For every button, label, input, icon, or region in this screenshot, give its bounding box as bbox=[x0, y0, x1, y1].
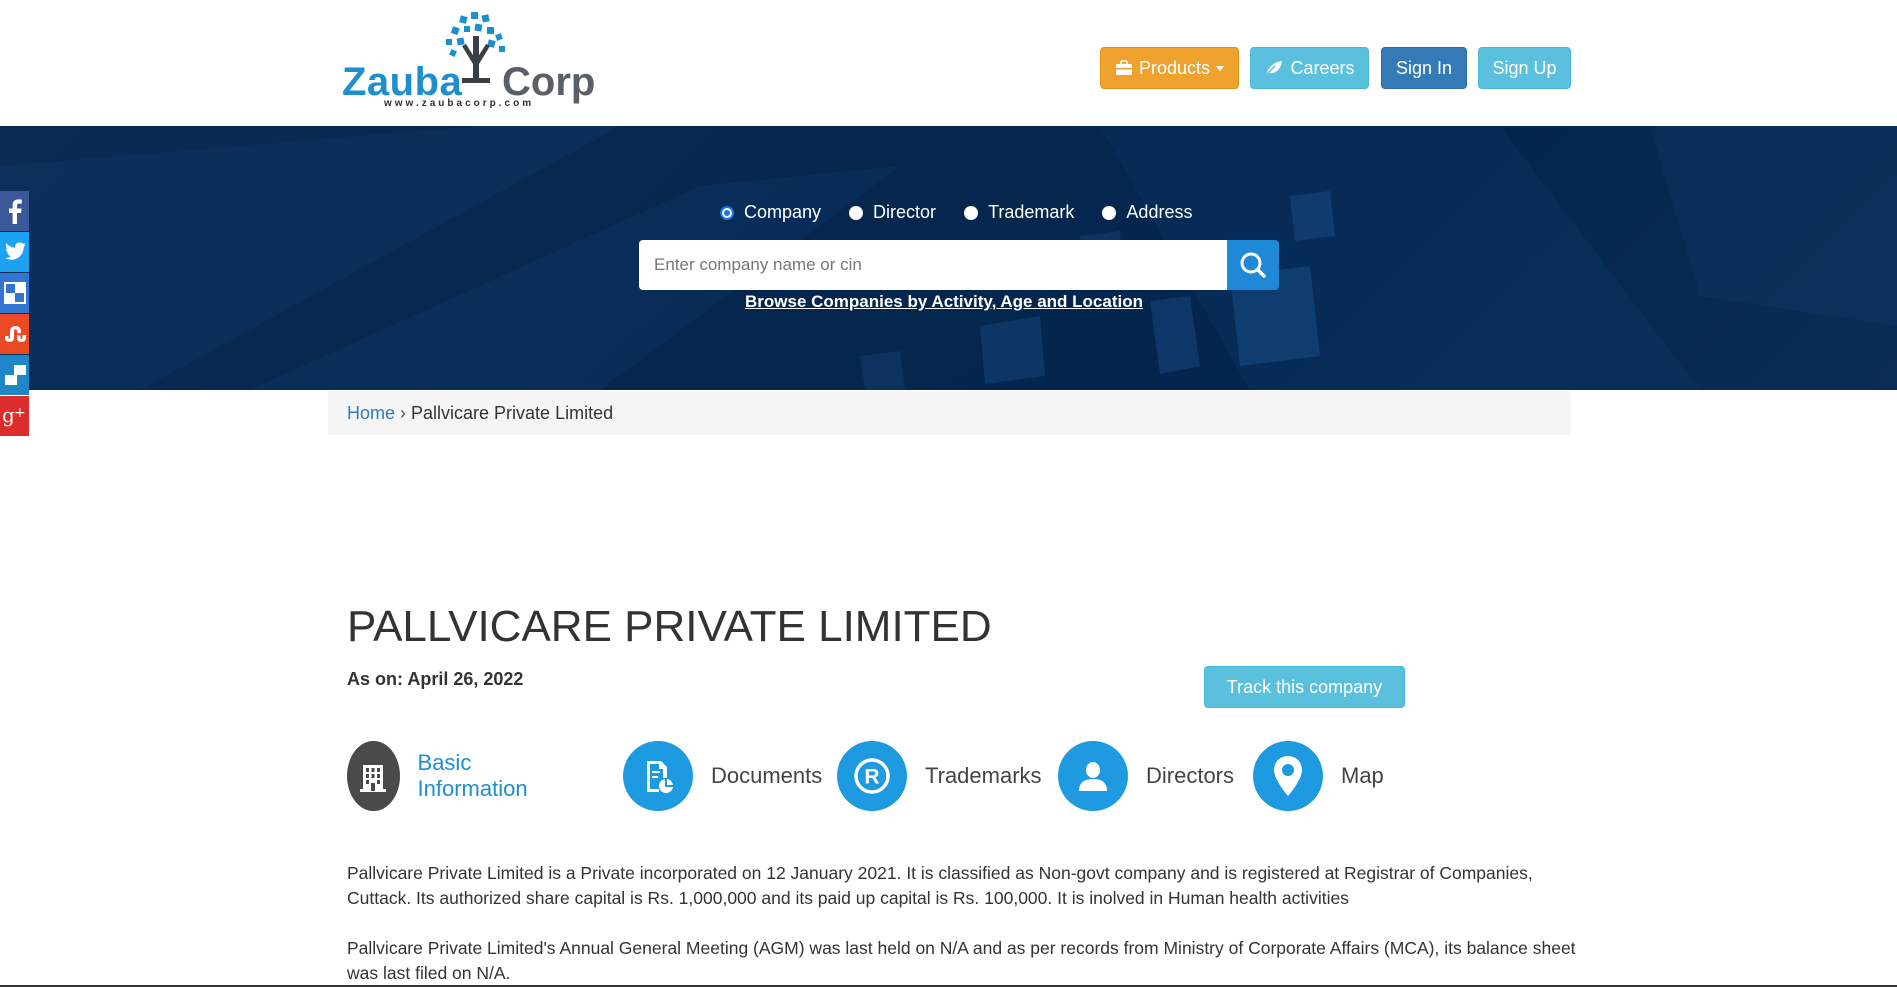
tab-directors[interactable]: Directors bbox=[1058, 740, 1234, 812]
logo-url: www.zaubacorp.com bbox=[384, 98, 535, 109]
track-company-button[interactable]: Track this company bbox=[1204, 666, 1405, 708]
radio-unchecked-icon bbox=[849, 205, 864, 220]
tab-map-label: Map bbox=[1341, 763, 1384, 788]
delicious-icon bbox=[3, 282, 26, 304]
breadcrumb-home-link[interactable]: Home bbox=[347, 403, 395, 424]
zaubacorp-logo[interactable]: Zauba Corp www.zaubacorp.com bbox=[342, 10, 595, 112]
radio-address-label: Address bbox=[1126, 202, 1193, 222]
breadcrumb-current: Pallvicare Private Limited bbox=[411, 402, 614, 423]
company-search-input[interactable]: Enter company name or cin bbox=[639, 240, 1227, 290]
company-name-title: PALLVICARE PRIVATE LIMITED bbox=[347, 602, 992, 651]
sign-up-button[interactable]: Sign Up bbox=[1478, 47, 1571, 89]
tab-trademarks[interactable]: R Trademarks bbox=[837, 740, 1042, 812]
tab-documents-label: Documents bbox=[711, 763, 823, 788]
products-label: Products bbox=[1138, 57, 1211, 78]
tab-trademarks-label: Trademarks bbox=[925, 763, 1042, 788]
radio-trademark[interactable]: Trademark bbox=[964, 202, 1074, 223]
careers-label: Careers bbox=[1290, 57, 1355, 78]
radio-company[interactable]: Company bbox=[720, 202, 821, 223]
tab-documents[interactable]: Documents bbox=[623, 740, 822, 812]
sign-in-label: Sign In bbox=[1395, 57, 1453, 78]
tab-directors-label: Directors bbox=[1146, 763, 1235, 788]
google-plus-share-button[interactable]: g + bbox=[0, 396, 29, 436]
svg-text:R: R bbox=[864, 766, 879, 789]
radio-checked-icon bbox=[720, 205, 734, 220]
search-button[interactable] bbox=[1227, 240, 1279, 290]
stumbleupon-icon bbox=[4, 326, 26, 342]
tab-basic-information-label: Basic Information bbox=[417, 750, 528, 801]
facebook-icon bbox=[8, 199, 22, 224]
careers-button[interactable]: Careers bbox=[1250, 47, 1369, 89]
radio-trademark-label: Trademark bbox=[988, 202, 1075, 222]
products-dropdown-button[interactable]: Products bbox=[1100, 47, 1239, 89]
site-header: Zauba Corp www.zaubacorp.com Products Ca… bbox=[0, 0, 1897, 126]
radio-director-label: Director bbox=[873, 202, 937, 222]
document-icon bbox=[623, 741, 693, 811]
as-on-date: As on: April 26, 2022 bbox=[347, 669, 524, 689]
building-icon bbox=[347, 741, 400, 811]
registered-icon: R bbox=[837, 741, 907, 811]
facebook-share-button[interactable] bbox=[0, 191, 29, 231]
tab-map[interactable]: Map bbox=[1253, 740, 1384, 812]
search-hero: Company Director Trademark Address Enter… bbox=[0, 126, 1897, 390]
twitter-icon bbox=[4, 242, 26, 260]
twitter-share-button[interactable] bbox=[0, 232, 29, 272]
browse-companies-link[interactable]: Browse Companies by Activity, Age and Lo… bbox=[745, 292, 1143, 312]
caret-down-icon bbox=[1216, 65, 1225, 71]
stumbleupon-share-button[interactable] bbox=[0, 314, 29, 354]
search-placeholder: Enter company name or cin bbox=[654, 255, 862, 274]
search-type-radio-group: Company Director Trademark Address bbox=[720, 202, 1220, 223]
radio-unchecked-icon bbox=[1102, 205, 1117, 220]
svg-text:+: + bbox=[14, 405, 26, 421]
digg-share-button[interactable] bbox=[0, 355, 29, 395]
radio-director[interactable]: Director bbox=[849, 202, 936, 223]
company-description-paragraph: Pallvicare Private Limited is a Private … bbox=[347, 863, 1533, 908]
briefcase-icon bbox=[1115, 60, 1133, 76]
company-agm-paragraph: Pallvicare Private Limited's Annual Gene… bbox=[347, 938, 1576, 983]
search-icon bbox=[1240, 252, 1266, 278]
social-share-sidebar: g + bbox=[0, 191, 29, 437]
breadcrumb-separator: › bbox=[400, 402, 407, 423]
person-icon bbox=[1058, 741, 1128, 811]
radio-company-label: Company bbox=[744, 202, 822, 222]
tab-basic-information[interactable]: Basic Information bbox=[347, 740, 545, 812]
digg-icon bbox=[4, 365, 26, 385]
radio-unchecked-icon bbox=[964, 205, 979, 220]
sign-in-button[interactable]: Sign In bbox=[1381, 47, 1467, 89]
sign-up-label: Sign Up bbox=[1492, 57, 1557, 78]
radio-address[interactable]: Address bbox=[1102, 202, 1192, 223]
delicious-share-button[interactable] bbox=[0, 273, 29, 313]
breadcrumb: Home › Pallvicare Private Limited bbox=[328, 391, 1571, 435]
map-pin-icon bbox=[1253, 741, 1323, 811]
leaf-icon bbox=[1264, 59, 1284, 77]
google-plus-icon: g + bbox=[2, 405, 26, 427]
